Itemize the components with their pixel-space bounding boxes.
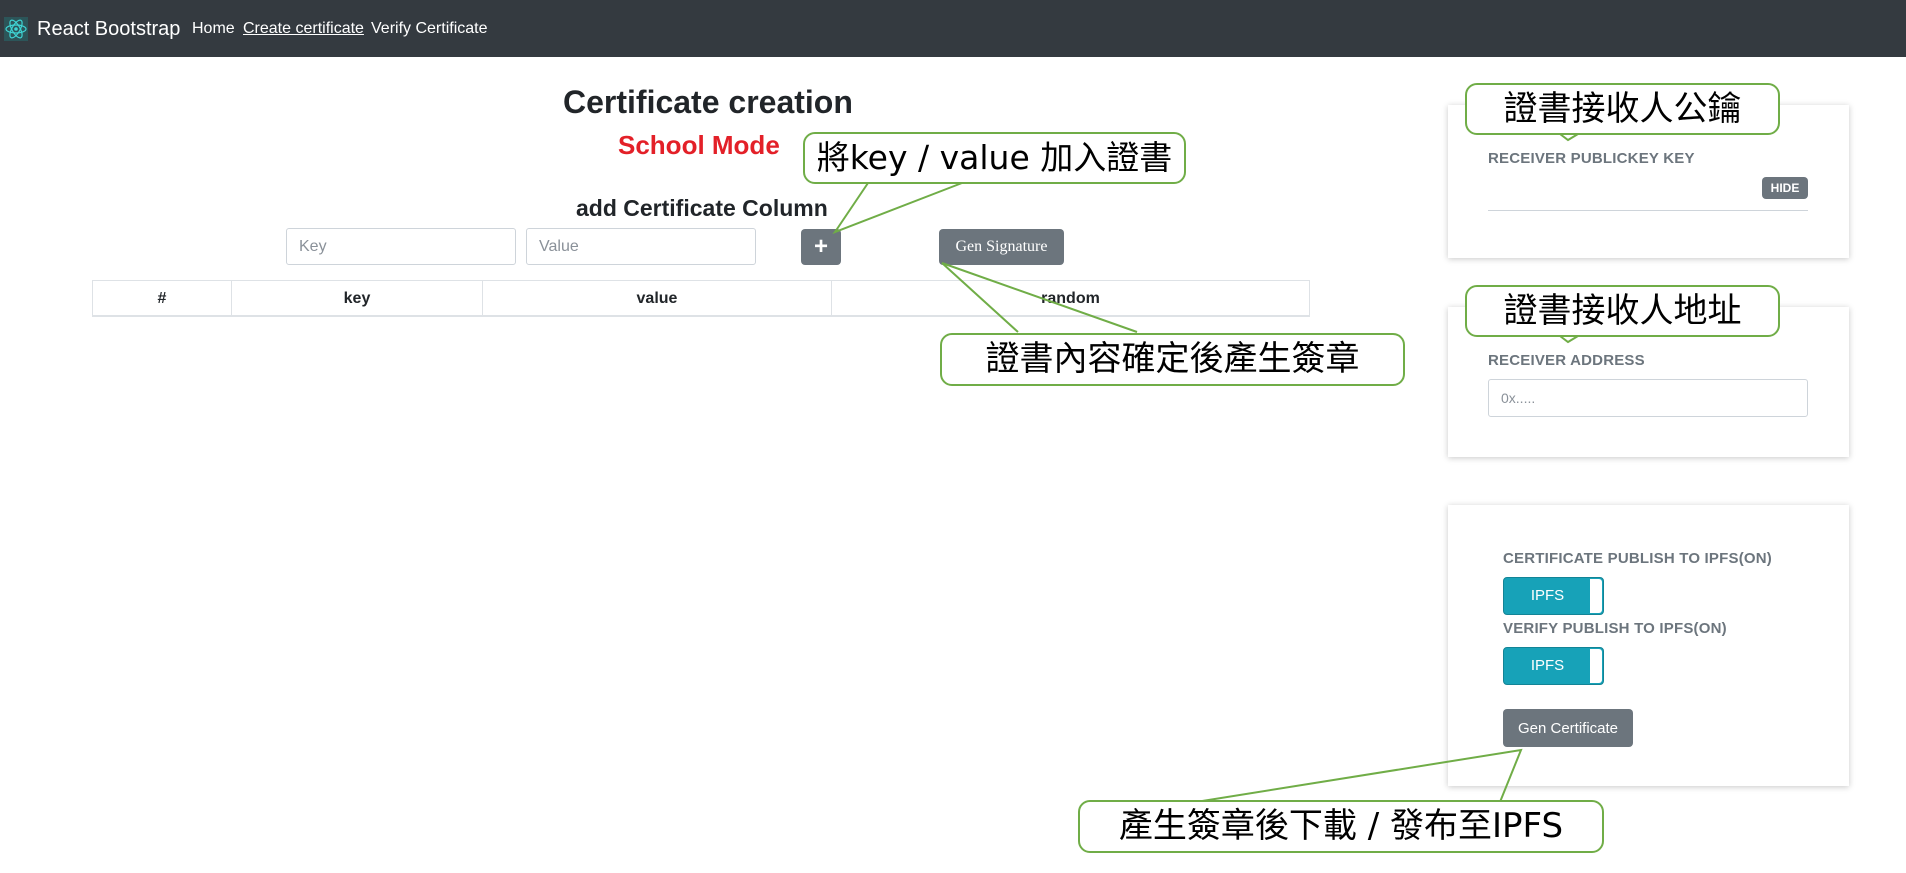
table-header-value: value [483, 281, 832, 316]
add-column-button[interactable]: + [801, 229, 841, 265]
verify-publish-toggle[interactable]: IPFS [1503, 647, 1604, 685]
value-input[interactable] [526, 228, 756, 265]
verify-publish-label: VERIFY PUBLISH TO IPFS(ON) [1503, 620, 1727, 637]
receiver-publickey-input[interactable] [1488, 175, 1808, 211]
react-logo-icon [4, 17, 28, 41]
callout-receiver-address: 證書接收人地址 [1465, 285, 1780, 337]
hide-publickey-button[interactable]: HIDE [1762, 177, 1808, 199]
nav-link-verify-certificate[interactable]: Verify Certificate [371, 20, 487, 38]
table-header-index: # [93, 281, 232, 316]
nav-link-create-certificate[interactable]: Create certificate [243, 20, 364, 38]
verify-publish-toggle-label: IPFS [1530, 657, 1565, 674]
callout-add-to-certificate: 將key / value 加入證書 [803, 132, 1186, 184]
receiver-address-input[interactable] [1488, 379, 1808, 417]
mode-label: School Mode [618, 130, 780, 160]
toggle-knob [1590, 579, 1602, 613]
nav-link-home[interactable]: Home [192, 20, 235, 38]
certificate-table: # key value random [92, 280, 1310, 317]
cert-publish-label: CERTIFICATE PUBLISH TO IPFS(ON) [1503, 550, 1772, 567]
navbar-brand[interactable]: React Bootstrap [37, 18, 180, 41]
receiver-publickey-label: RECEIVER PUBLICKEY KEY [1488, 150, 1695, 167]
callout-download-publish: 產生簽章後下載 / 發布至IPFS [1078, 800, 1604, 853]
gen-certificate-button[interactable]: Gen Certificate [1503, 709, 1633, 747]
top-navbar: React Bootstrap Home Create certificate … [0, 0, 1906, 57]
table-header-random: random [1041, 290, 1100, 307]
cert-publish-toggle[interactable]: IPFS [1503, 577, 1604, 615]
callout-gen-signature-hint: 證書內容確定後產生簽章 [940, 333, 1405, 386]
gen-signature-button[interactable]: Gen Signature [939, 229, 1064, 265]
callout-receiver-publickey: 證書接收人公鑰 [1465, 83, 1780, 135]
table-header-key: key [232, 281, 483, 316]
toggle-knob [1590, 649, 1602, 683]
key-input[interactable] [286, 228, 516, 265]
page-title: Certificate creation [563, 84, 853, 120]
receiver-address-label: RECEIVER ADDRESS [1488, 352, 1645, 369]
section-title: add Certificate Column [576, 195, 828, 221]
cert-publish-toggle-label: IPFS [1530, 587, 1565, 604]
